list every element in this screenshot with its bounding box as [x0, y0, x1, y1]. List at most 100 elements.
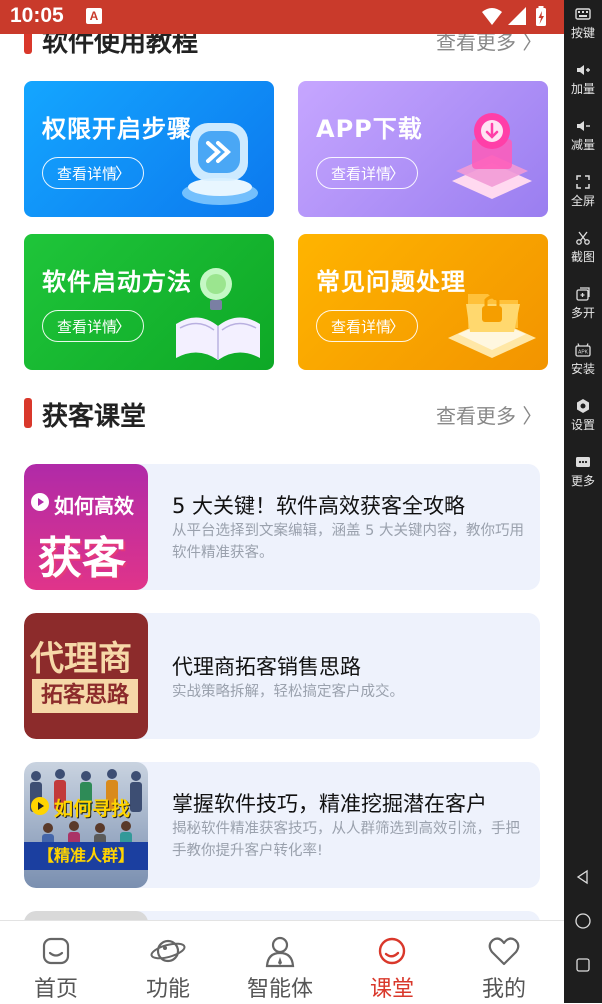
tab-mine[interactable]: 我的	[448, 921, 560, 1004]
sidebar-fullscreen[interactable]: 全屏	[564, 174, 602, 209]
course-see-more-label: 查看更多	[436, 404, 516, 428]
view-details-button[interactable]: 查看详情〉	[42, 157, 144, 189]
sidebar-settings-label: 设置	[570, 418, 595, 432]
lesson-thumbnail	[24, 911, 148, 920]
back-nav-icon[interactable]	[574, 868, 592, 886]
tab-classroom-label: 课堂	[369, 977, 414, 1002]
view-details-label: 查看详情	[331, 165, 392, 183]
sidebar-install-label: 安装	[570, 362, 595, 376]
view-details-label: 查看详情	[331, 318, 392, 336]
sidebar-install[interactable]: APK 安装	[564, 342, 602, 377]
tab-agent[interactable]: 智能体	[224, 921, 336, 1004]
sidebar-keyboard[interactable]: 按键	[564, 6, 602, 41]
tab-classroom[interactable]: 课堂	[336, 921, 448, 1004]
recents-nav-icon[interactable]	[574, 956, 592, 974]
status-time: 10:05	[10, 4, 64, 27]
lesson-title: 代理商拓客销售思路	[172, 655, 361, 679]
home-nav-icon[interactable]	[574, 912, 592, 930]
signal-icon	[508, 7, 526, 25]
tab-mine-label: 我的	[481, 977, 526, 1002]
classroom-icon	[378, 937, 406, 965]
play-icon	[31, 493, 49, 511]
view-details-label: 查看详情	[57, 318, 118, 336]
tab-home[interactable]: 首页	[0, 921, 112, 1004]
emulator-sidebar: 按键 加量 减量 全屏 截图 多开 APK 安装 设置 更多	[564, 0, 602, 1003]
chevron-right-icon: 〉	[114, 164, 131, 183]
svg-text:APK: APK	[578, 350, 589, 356]
tutorial-see-more-label: 查看更多	[436, 34, 516, 54]
lesson-title: 5 大关键！软件高效获客全攻略	[172, 494, 466, 518]
thumb-caption: 如何寻找	[54, 798, 131, 820]
lesson-title: 掌握软件技巧，精准挖掘潜在客户	[172, 792, 487, 816]
tab-features-label: 功能	[145, 977, 190, 1002]
apk-icon: APK	[575, 343, 591, 357]
lesson-card[interactable]: 代理商 拓客思路 代理商拓客销售思路 实战策略拆解，轻松搞定客户成交。	[24, 613, 540, 739]
bottom-tab-bar: 首页 功能 智能体 课堂 我的	[0, 920, 564, 1004]
sidebar-settings[interactable]: 设置	[564, 398, 602, 433]
agent-icon	[265, 936, 295, 968]
sidebar-screenshot-label: 截图	[570, 250, 595, 264]
multi-window-icon	[576, 287, 590, 301]
tutorial-see-more-link[interactable]: 查看更多 〉	[436, 34, 542, 55]
tab-home-label: 首页	[33, 977, 78, 1002]
settings-icon	[577, 399, 589, 413]
sidebar-multi-open-label: 多开	[570, 306, 595, 320]
sidebar-keyboard-label: 按键	[570, 26, 595, 40]
tab-features[interactable]: 功能	[112, 921, 224, 1004]
scissors-icon	[576, 231, 590, 245]
view-details-button[interactable]: 查看详情〉	[316, 310, 418, 342]
sidebar-volume-up-label: 加量	[570, 82, 595, 96]
volume-up-icon	[577, 65, 590, 75]
lesson-description: 揭秘软件精准获客技巧，从人群筛选到高效引流，手把手教你提升客户转化率!	[172, 821, 520, 859]
sidebar-multi-open[interactable]: 多开	[564, 286, 602, 321]
lesson-thumbnail: 代理商 拓客思路	[24, 613, 148, 739]
card-title: APP下载	[316, 115, 423, 143]
course-section-title: 获客课堂	[42, 402, 147, 432]
lesson-card[interactable]: 如何寻找 【精准人群】 掌握软件技巧，精准挖掘潜在客户 揭秘软件精准获客技巧，从…	[24, 762, 540, 888]
thumb-headline: 获客	[38, 533, 126, 584]
chevron-right-icon: 〉	[522, 404, 543, 428]
lesson-description: 实战策略拆解，轻松搞定客户成交。	[172, 684, 404, 700]
tutorial-card-app-download[interactable]: APP下载 查看详情〉	[298, 81, 548, 217]
view-details-button[interactable]: 查看详情〉	[316, 157, 418, 189]
sidebar-more[interactable]: 更多	[564, 454, 602, 489]
book-bulb-icon	[176, 268, 260, 360]
lesson-card[interactable]: 如何高效 获客 5 大关键！软件高效获客全攻略 从平台选择到文案编辑，涵盖 5 …	[24, 464, 540, 590]
view-details-label: 查看详情	[57, 165, 118, 183]
volume-down-icon	[577, 121, 590, 131]
section-accent-bar	[24, 398, 32, 428]
section-accent-bar	[24, 34, 32, 54]
keyboard-icon	[575, 8, 591, 20]
thumb-headline: 【精准人群】	[24, 842, 148, 870]
thumb-caption: 如何高效	[54, 494, 134, 518]
sidebar-volume-up[interactable]: 加量	[564, 62, 602, 97]
tutorial-card-faq[interactable]: 常见问题处理 查看详情〉	[298, 234, 548, 370]
app-notification-icon: A	[86, 8, 102, 24]
sidebar-fullscreen-label: 全屏	[570, 194, 595, 208]
chevron-right-icon: 〉	[388, 317, 405, 336]
fullscreen-icon	[576, 175, 590, 189]
sidebar-volume-down[interactable]: 减量	[564, 118, 602, 153]
tutorial-card-startup[interactable]: 软件启动方法 查看详情〉	[24, 234, 274, 370]
battery-icon	[536, 6, 546, 26]
tutorial-section-title: 软件使用教程	[42, 34, 199, 58]
status-bar: 10:05 A	[0, 0, 564, 34]
course-see-more-link[interactable]: 查看更多 〉	[436, 400, 542, 429]
lesson-thumbnail: 如何寻找 【精准人群】	[24, 762, 148, 888]
wifi-icon	[482, 8, 502, 25]
status-indicators	[480, 5, 556, 29]
heart-icon	[488, 937, 520, 966]
more-icon	[576, 457, 590, 467]
lesson-card[interactable]	[24, 911, 540, 920]
thumb-caption: 拓客思路	[32, 679, 138, 713]
permission-shield-icon	[182, 123, 258, 205]
tutorial-card-permission[interactable]: 权限开启步骤 查看详情〉	[24, 81, 274, 217]
main-content[interactable]: 软件使用教程 查看更多 〉 权限开启步骤 查看详情〉 APP下载 查看详情〉 软…	[0, 34, 564, 920]
chevron-right-icon: 〉	[522, 34, 543, 54]
sidebar-screenshot[interactable]: 截图	[564, 230, 602, 265]
chevron-right-icon: 〉	[114, 317, 131, 336]
tab-agent-label: 智能体	[246, 977, 313, 1002]
thumb-headline: 代理商	[30, 639, 132, 679]
view-details-button[interactable]: 查看详情〉	[42, 310, 144, 342]
folder-lock-icon	[448, 294, 536, 358]
